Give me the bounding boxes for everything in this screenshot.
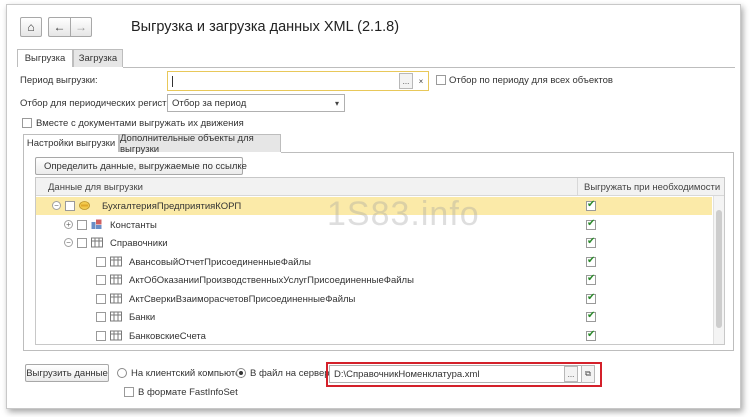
export-if-needed-checkbox[interactable] — [586, 218, 596, 230]
radio-server-file[interactable] — [236, 368, 246, 378]
row-checkbox[interactable] — [77, 219, 87, 230]
tab-additional-objects[interactable]: Дополнительные объекты для выгрузки — [119, 132, 281, 155]
row-checkbox[interactable] — [65, 201, 75, 211]
collapse-icon[interactable]: − — [52, 201, 61, 210]
row-label: БанковскиеСчета — [129, 330, 206, 342]
window-title: Выгрузка и загрузка данных XML (2.1.8) — [131, 19, 400, 35]
define-linked-data-button[interactable]: Определить данные, выгружаемые по ссылке — [35, 157, 247, 175]
watermark-text: 1S83.info — [327, 195, 480, 233]
settings-tab-divider — [281, 152, 733, 153]
row-checkbox[interactable] — [96, 256, 106, 267]
export-if-needed-checkbox[interactable] — [586, 329, 596, 341]
table-header: Данные для выгрузки Выгружать при необхо… — [36, 178, 724, 196]
registers-select[interactable]: Отбор за период — [167, 94, 345, 112]
with-documents-checkbox[interactable] — [22, 118, 32, 128]
row-label: АктСверкиВзаиморасчетовПрисоединенныеФай… — [129, 293, 356, 305]
tab-export-label: Выгрузка — [24, 53, 66, 64]
home-button[interactable]: ⌂ — [20, 17, 42, 37]
define-linked-data-label: Определить данные, выгружаемые по ссылке — [44, 160, 247, 172]
row-label: АктОбОказанииПроизводственныхУслугПрисое… — [129, 275, 414, 286]
with-documents-label: Вместе с документами выгружать их движен… — [36, 118, 244, 129]
catalog-icon — [110, 330, 122, 341]
export-if-needed-checkbox[interactable] — [586, 199, 596, 211]
scrollbar-thumb[interactable] — [716, 210, 722, 328]
export-if-needed-checkbox[interactable] — [586, 255, 596, 267]
row-checkbox[interactable] — [96, 293, 106, 304]
main-window: ⌂ ← → Выгрузка и загрузка данных XML (2.… — [6, 4, 741, 409]
table-row[interactable]: БанковскиеСчета — [36, 327, 712, 345]
highlight-frame — [326, 362, 602, 387]
table-row[interactable]: АктОбОказанииПроизводственныхУслугПрисое… — [36, 271, 712, 289]
export-if-needed-checkbox[interactable] — [586, 292, 596, 304]
settings-panel-left-border — [23, 152, 24, 350]
table-row[interactable]: Банки — [36, 308, 712, 326]
period-label: Период выгрузки: — [20, 75, 98, 86]
row-checkbox[interactable] — [96, 330, 106, 341]
catalog-icon — [110, 256, 122, 267]
tab-export[interactable]: Выгрузка — [17, 49, 73, 67]
back-arrow-icon: ← — [53, 20, 66, 34]
chevron-down-icon: ▾ — [334, 98, 339, 108]
row-label: Константы — [110, 219, 157, 231]
tab-import-label: Загрузка — [78, 53, 118, 64]
column-header-data[interactable]: Данные для выгрузки — [48, 182, 143, 193]
ellipsis-icon: ... — [402, 76, 410, 86]
export-if-needed-checkbox[interactable] — [586, 273, 596, 285]
table-row[interactable]: АвансовыйОтчетПрисоединенныеФайлы — [36, 253, 712, 271]
row-label: БухгалтерияПредприятияКОРП — [102, 201, 242, 212]
registers-dropdown-button[interactable]: ▾ — [330, 95, 344, 111]
constants-icon — [91, 219, 102, 230]
expand-icon[interactable]: + — [64, 219, 73, 229]
table-row[interactable]: АктСверкиВзаиморасчетовПрисоединенныеФай… — [36, 290, 712, 308]
row-label: АвансовыйОтчетПрисоединенныеФайлы — [129, 256, 311, 268]
table-scrollbar[interactable] — [713, 196, 724, 344]
config-icon — [79, 200, 90, 211]
export-if-needed-checkbox[interactable] — [586, 310, 596, 322]
period-clear-button[interactable]: × — [414, 73, 428, 89]
period-input[interactable] — [167, 71, 429, 91]
column-separator — [577, 178, 578, 195]
export-data-label: Выгрузить данные — [26, 367, 108, 379]
period-select-button[interactable]: ... — [399, 73, 413, 89]
filter-all-label: Отбор по периоду для всех объектов — [449, 75, 613, 86]
registers-label: Отбор для периодических регистров: — [20, 98, 185, 109]
tab-divider — [123, 67, 735, 68]
catalog-icon — [110, 293, 122, 304]
clear-icon: × — [418, 76, 424, 86]
fastinfoset-label: В формате FastInfoSet — [138, 387, 238, 398]
collapse-icon[interactable]: − — [64, 238, 73, 247]
text-cursor — [172, 75, 173, 87]
filter-all-checkbox[interactable] — [436, 75, 446, 85]
catalog-icon — [110, 274, 122, 285]
row-checkbox[interactable] — [96, 312, 106, 322]
catalog-icon — [91, 237, 103, 248]
settings-panel-right-border — [733, 152, 734, 350]
export-data-button[interactable]: Выгрузить данные — [25, 364, 109, 382]
radio-client-label: На клиентский компьютер — [131, 368, 246, 379]
fastinfoset-checkbox[interactable] — [124, 387, 134, 397]
radio-client-computer[interactable] — [117, 368, 127, 378]
tab-export-settings-label: Настройки выгрузки — [26, 138, 116, 149]
radio-server-label: В файл на сервере — [250, 368, 335, 379]
row-label: Справочники — [110, 238, 168, 249]
tab-export-settings[interactable]: Настройки выгрузки — [23, 134, 119, 152]
forward-arrow-icon: → — [75, 20, 87, 34]
forward-button[interactable]: → — [70, 17, 92, 37]
tab-import[interactable]: Загрузка — [73, 49, 123, 67]
tab-additional-objects-label: Дополнительные объекты для выгрузки — [120, 132, 254, 155]
catalog-icon — [110, 311, 122, 322]
home-icon: ⌂ — [27, 20, 35, 34]
row-checkbox[interactable] — [77, 238, 87, 248]
column-header-export-if-needed[interactable]: Выгружать при необходимости — [584, 182, 720, 193]
table-row[interactable]: − Справочники — [36, 234, 712, 252]
back-button[interactable]: ← — [48, 17, 70, 37]
row-checkbox[interactable] — [96, 275, 106, 285]
settings-panel-bottom-border — [23, 350, 734, 351]
row-label: Банки — [129, 312, 156, 323]
export-if-needed-checkbox[interactable] — [586, 236, 596, 248]
